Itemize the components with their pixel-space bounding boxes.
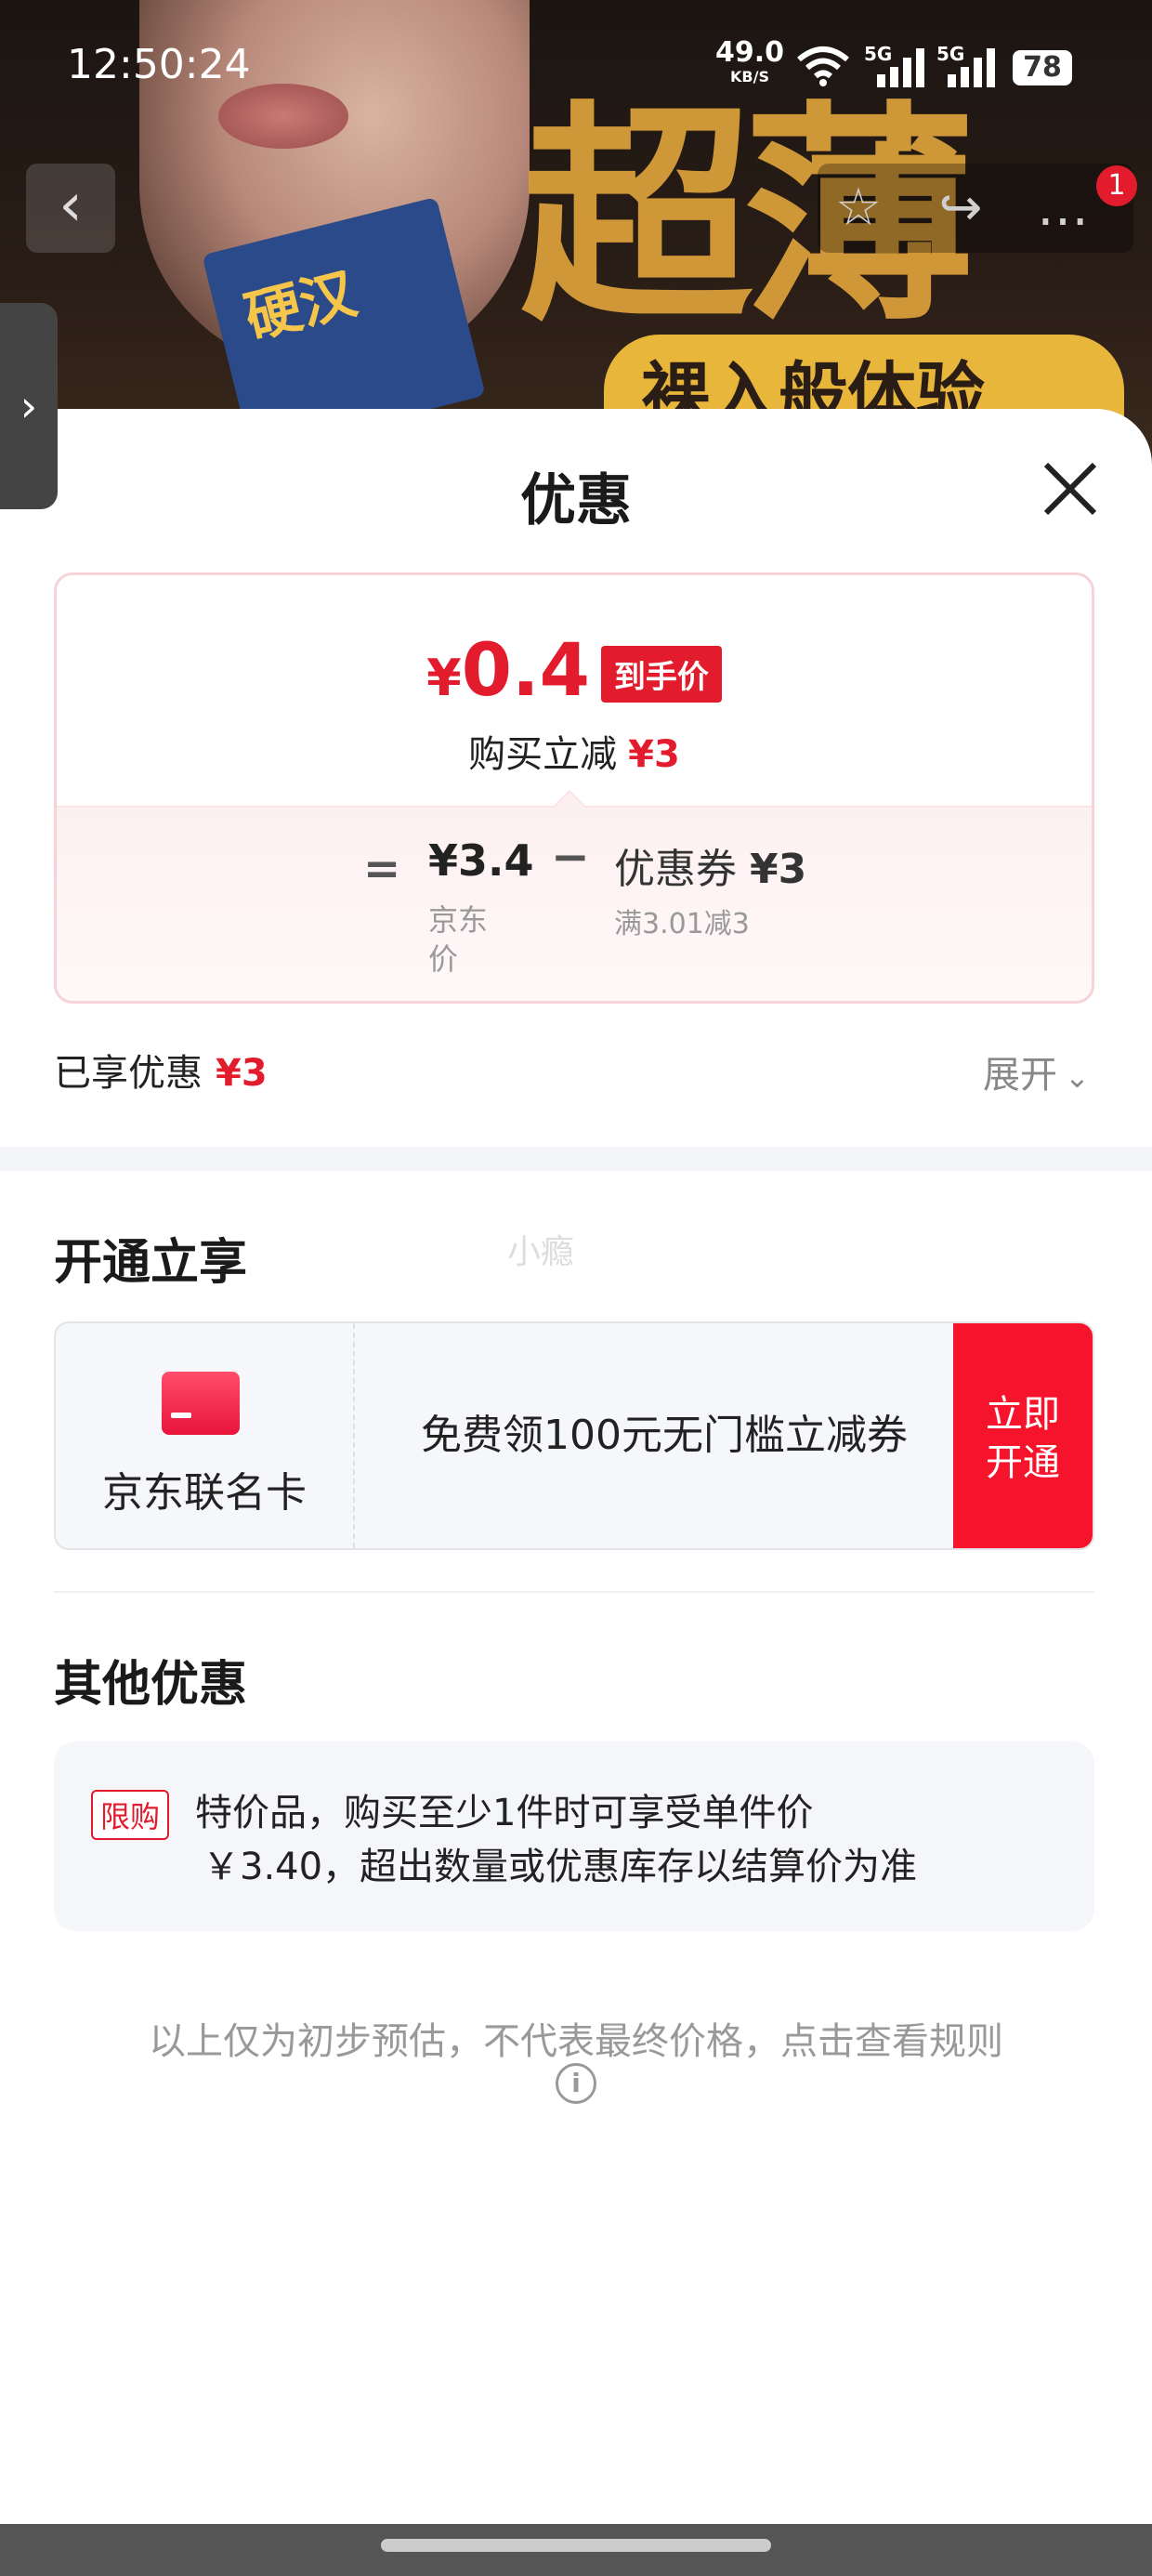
watermark-text: 小瘾: [507, 1233, 575, 1271]
wifi-icon: [797, 46, 849, 86]
chevron-down-icon: ⌄: [1065, 1059, 1090, 1095]
other-section-title: 其他优惠: [54, 1657, 248, 1713]
card-brand: 京东联名卡: [56, 1323, 355, 1548]
coupon-label: 优惠券: [614, 846, 737, 893]
battery-indicator: 78: [1013, 50, 1072, 85]
close-icon[interactable]: [1039, 457, 1102, 520]
back-button[interactable]: ‹: [26, 164, 115, 253]
coupon-condition: 满3.01减3: [614, 908, 750, 940]
final-price-currency: ¥: [426, 649, 462, 707]
status-time: 12:50:24: [67, 41, 251, 88]
home-indicator[interactable]: [381, 2539, 771, 2552]
enjoyed-discount: 已享优惠 ¥3: [54, 1043, 268, 1097]
limit-line-1: 特价品，购买至少1件时可享受单件价: [195, 1792, 814, 1834]
minus-sign: −: [551, 830, 590, 884]
side-expand-icon: ›: [20, 381, 38, 431]
card-offer-desc: 免费领100元无门槛立减券: [421, 1412, 908, 1459]
star-icon[interactable]: ☆: [825, 175, 892, 242]
share-icon[interactable]: ↪: [927, 175, 994, 242]
discount-value: ¥3: [628, 733, 680, 776]
rules-footnote[interactable]: 以上仅为初步预估，不代表最终价格，点击查看规则: [0, 2011, 1152, 2065]
expand-label: 展开: [983, 1054, 1057, 1097]
enjoyed-label: 已享优惠: [54, 1052, 203, 1095]
price-breakdown-card: ¥0.4 到手价 购买立减 ¥3 = ¥3.4 京东价 − 优惠券 ¥3 满3.01…: [54, 572, 1094, 1004]
open-now-line2: 开通: [986, 1441, 1060, 1484]
limit-purchase-info: 限购 特价品，购买至少1件时可享受单件价 ￥3.40，超出数量或优惠库存以结算价…: [54, 1741, 1094, 1931]
coupon-amount: 优惠券 ¥3: [614, 835, 806, 895]
open-now-line1: 立即: [986, 1393, 1060, 1436]
section-divider: [0, 1147, 1152, 1171]
price-formula: = ¥3.4 京东价 − 优惠券 ¥3 满3.01减3: [57, 806, 1092, 1001]
more-icon[interactable]: …: [1029, 175, 1096, 242]
limit-tag: 限购: [91, 1790, 170, 1840]
info-icon[interactable]: i: [556, 2063, 596, 2104]
card-name: 京东联名卡: [102, 1469, 307, 1517]
signal-icon: [877, 48, 929, 87]
final-price-row: ¥0.4 到手价: [57, 629, 1092, 713]
open-section-title: 开通立享: [54, 1235, 248, 1291]
jd-price-label: 京东价: [428, 902, 489, 977]
sheet-title: 优惠: [520, 468, 632, 533]
cobrand-card-offer[interactable]: 京东联名卡 免费领100元无门槛立减券 立即 开通: [54, 1321, 1094, 1550]
open-now-button[interactable]: 立即 开通: [953, 1323, 1093, 1548]
product-mark: 硬汉: [239, 261, 363, 352]
limit-line-2: ￥3.40，超出数量或优惠库存以结算价为准: [203, 1846, 918, 1888]
back-icon: ‹: [59, 171, 83, 240]
limit-description: 特价品，购买至少1件时可享受单件价 ￥3.40，超出数量或优惠库存以结算价为准: [195, 1786, 1050, 1894]
final-price: 0.4: [461, 629, 590, 713]
top-action-group: ☆ ↪ …: [818, 164, 1133, 253]
card-icon: [162, 1372, 240, 1435]
status-bar: 12:50:24 49.0 KB/S 5G 5G 78: [0, 0, 1152, 130]
discount-summary: 购买立减 ¥3: [57, 724, 1092, 778]
discount-label: 购买立减: [468, 733, 618, 776]
net-speed: 49.0 KB/S: [715, 39, 784, 89]
expand-button[interactable]: 展开 ⌄: [983, 1045, 1090, 1098]
coupon-value: ¥3: [750, 846, 807, 893]
message-badge: 1: [1096, 165, 1137, 206]
side-expand-button[interactable]: ›: [0, 303, 58, 509]
price-summary: ¥0.4 到手价 购买立减 ¥3: [57, 575, 1092, 806]
divider: [54, 1591, 1094, 1593]
enjoyed-value: ¥3: [216, 1052, 268, 1095]
signal-icon: [948, 48, 1000, 87]
equals-sign: =: [363, 843, 401, 895]
net-speed-value: 49.0: [715, 36, 785, 69]
jd-price: ¥3.4: [428, 835, 534, 886]
discount-sheet: 优惠 ¥0.4 到手价 购买立减 ¥3 = ¥3.4 京东价 − 优惠券 ¥3 满3…: [0, 409, 1152, 2576]
final-price-tag: 到手价: [600, 646, 722, 703]
